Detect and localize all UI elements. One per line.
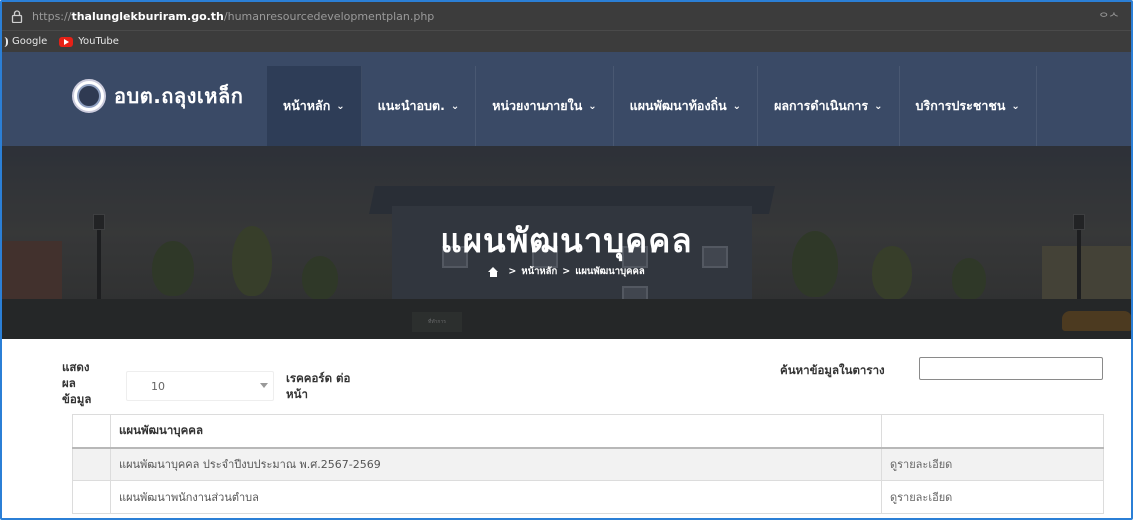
url-host: thalunglekburiram.go.th <box>71 9 224 23</box>
menu-item-services[interactable]: บริการประชาชน ⌄ <box>900 66 1037 146</box>
menu-item-departments[interactable]: หน่วยงานภายใน ⌄ <box>476 66 614 146</box>
column-header-number[interactable] <box>72 414 111 449</box>
site-navbar: อบต.ถลุงเหล็ก หน้าหลัก ⌄ แนะนำอบต. ⌄ หน่… <box>2 52 1131 146</box>
site-logo[interactable]: อบต.ถลุงเหล็ก <box>72 79 243 113</box>
menu-item-local-plan[interactable]: แผนพัฒนาท้องถิ่น ⌄ <box>614 66 759 146</box>
logo-text: อบต.ถลุงเหล็ก <box>114 84 244 108</box>
menu-label: หน่วยงานภายใน <box>492 98 583 113</box>
search-input[interactable] <box>919 357 1103 380</box>
breadcrumb-separator: > <box>562 266 571 277</box>
page-length-value: 10 <box>151 379 165 393</box>
bookmarks-bar: Google YouTube <box>2 30 1131 52</box>
page-title: แผนพัฒนาบุคคล <box>440 221 693 260</box>
length-label-suffix: เรคคอร์ด ต่อ หน้า <box>286 371 351 401</box>
chevron-down-icon: ⌄ <box>450 100 460 112</box>
reader-mode-icon[interactable]: ᄋᄉ <box>1099 9 1119 25</box>
view-details-link[interactable]: ดูรายละเอียด <box>881 447 1104 481</box>
browser-frame: https:// thalunglekburiram.go.th /humanr… <box>0 0 1133 520</box>
content-area: แสดง ผล ข้อมูล 10 เรคคอร์ด ต่อ หน้า ค้นห… <box>2 339 1131 518</box>
site-info-icon[interactable] <box>10 9 24 23</box>
caret-down-icon <box>260 383 268 388</box>
menu-item-about[interactable]: แนะนำอบต. ⌄ <box>362 66 477 146</box>
google-icon <box>4 36 8 47</box>
menu-item-results[interactable]: ผลการดำเนินการ ⌄ <box>758 66 900 146</box>
breadcrumb: > หน้าหลัก > แผนพัฒนาบุคคล <box>2 264 1131 279</box>
breadcrumb-item-current: แผนพัฒนาบุคคล <box>575 266 645 277</box>
data-table: แผนพัฒนาบุคคล แผนพัฒนาบุคคล ประจำปีงบประ… <box>72 414 1104 514</box>
url-scheme: https:// <box>32 9 72 23</box>
chevron-down-icon: ⌄ <box>874 100 883 112</box>
chevron-down-icon: ⌄ <box>588 100 597 112</box>
menu-label: แนะนำอบต. <box>377 98 445 113</box>
bookmark-label: Google <box>12 36 48 47</box>
chevron-down-icon: ⌄ <box>336 100 345 112</box>
menu-label: ผลการดำเนินการ <box>774 98 869 113</box>
menu-label: หน้าหลัก <box>283 98 331 113</box>
length-label-prefix: แสดง ผล ข้อมูล <box>62 360 92 406</box>
chevron-down-icon: ⌄ <box>1011 100 1020 112</box>
table-cell-title: แผนพัฒนาพนักงานส่วนตำบล <box>110 480 882 514</box>
address-bar[interactable]: https:// thalunglekburiram.go.th /humanr… <box>2 2 1131 30</box>
view-details-link[interactable]: ดูรายละเอียด <box>881 480 1104 514</box>
table-header-row: แผนพัฒนาบุคคล <box>72 414 1104 449</box>
bookmark-label: YouTube <box>78 36 119 47</box>
breadcrumb-item-home[interactable]: หน้าหลัก <box>521 264 557 279</box>
bookmark-youtube[interactable]: YouTube <box>59 36 119 47</box>
youtube-icon <box>59 36 74 47</box>
bookmark-google[interactable]: Google <box>4 36 47 47</box>
column-header-action[interactable] <box>881 414 1104 449</box>
column-header-title[interactable]: แผนพัฒนาบุคคล <box>110 414 882 449</box>
main-menu: หน้าหลัก ⌄ แนะนำอบต. ⌄ หน่วยงานภายใน ⌄ แ… <box>267 66 1037 146</box>
hero-banner: ที่ทำการ แผนพัฒนาบุคคล > หน้าหลัก > แผนพ… <box>2 146 1131 339</box>
table-row: แผนพัฒนาพนักงานส่วนตำบล ดูรายละเอียด <box>72 480 1104 514</box>
menu-label: บริการประชาชน <box>915 98 1006 113</box>
menu-item-home[interactable]: หน้าหลัก ⌄ <box>267 66 362 146</box>
search-label: ค้นหาข้อมูลในตาราง <box>780 363 885 377</box>
chevron-down-icon: ⌄ <box>732 100 742 112</box>
breadcrumb-separator: > <box>508 266 517 277</box>
table-cell-number <box>72 447 111 481</box>
url-path: /humanresourcedevelopmentplan.php <box>223 9 435 23</box>
table-cell-title: แผนพัฒนาบุคคล ประจำปีงบประมาณ พ.ศ.2567-2… <box>110 447 882 481</box>
emblem-icon <box>72 79 106 113</box>
table-cell-number <box>72 480 111 514</box>
table-row: แผนพัฒนาบุคคล ประจำปีงบประมาณ พ.ศ.2567-2… <box>72 447 1104 481</box>
page-length-select[interactable]: 10 <box>126 371 274 401</box>
home-icon[interactable] <box>488 266 499 277</box>
menu-label: แผนพัฒนาท้องถิ่น <box>629 98 727 113</box>
